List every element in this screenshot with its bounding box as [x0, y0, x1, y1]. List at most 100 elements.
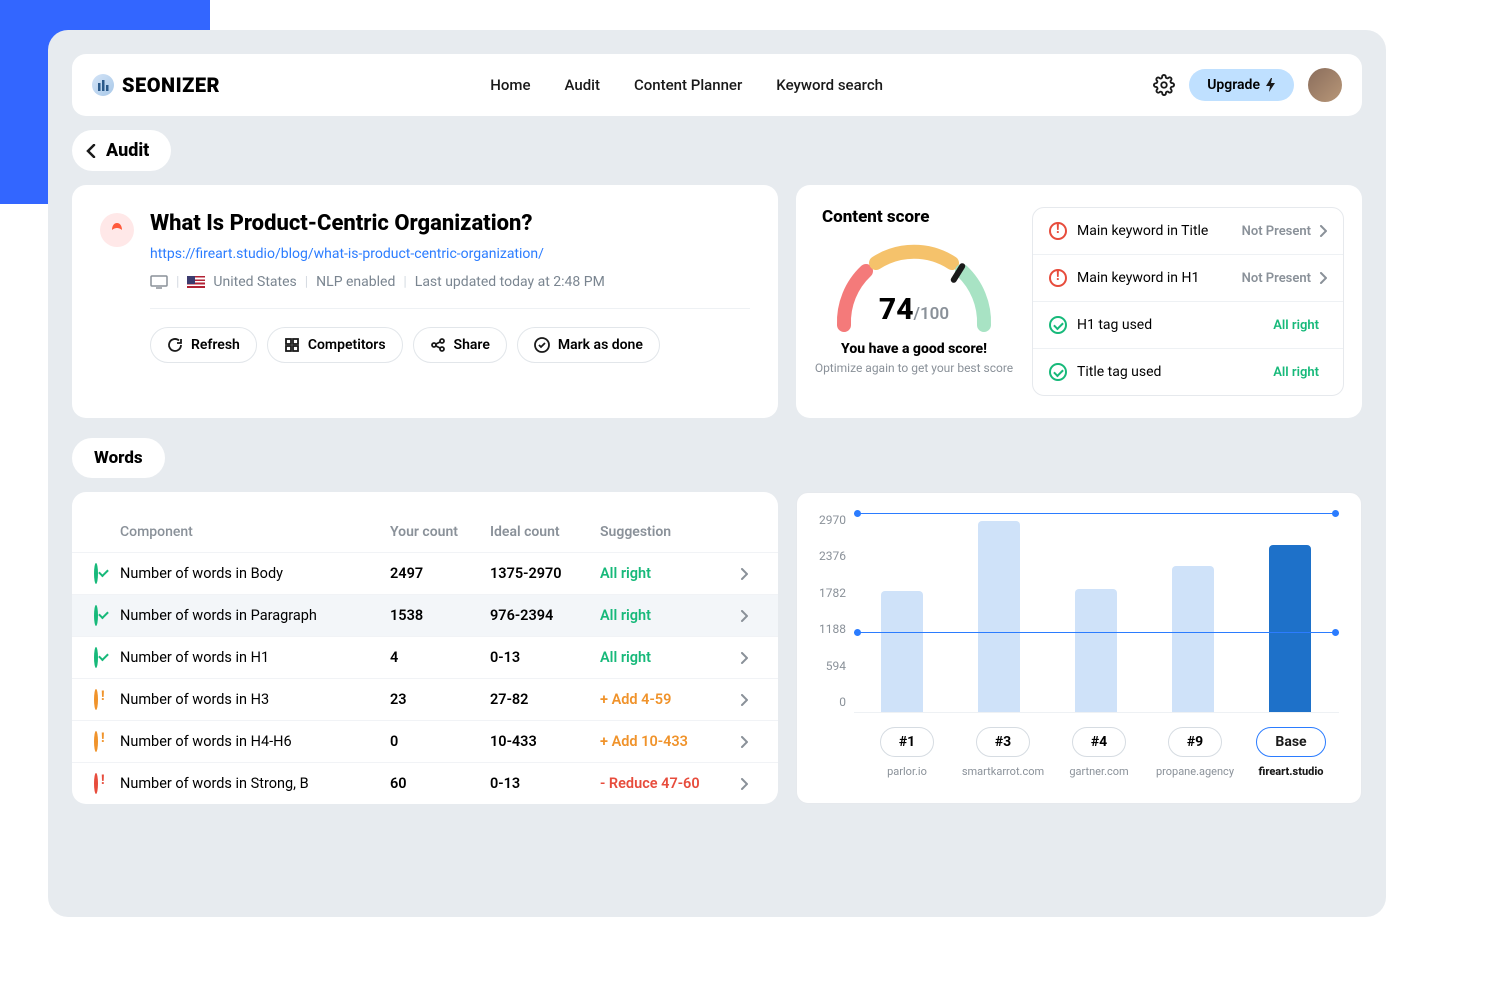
- competitor-domain: parlor.io: [862, 765, 952, 778]
- score-subtext: Optimize again to get your best score: [808, 361, 1020, 375]
- mark-done-button[interactable]: Mark as done: [517, 327, 660, 363]
- score-gauge: 74/100: [824, 235, 1004, 335]
- rank-pill[interactable]: Base: [1256, 727, 1325, 757]
- x-axis-item: Base fireart.studio: [1246, 727, 1336, 778]
- th-ideal-count: Ideal count: [490, 524, 600, 540]
- table-row[interactable]: Number of words in Paragraph 1538 976-23…: [72, 594, 778, 636]
- row-component: Number of words in H1: [120, 649, 390, 666]
- desktop-icon: [150, 275, 168, 289]
- chevron-right-icon: [740, 652, 756, 664]
- table-row[interactable]: Number of words in Body 2497 1375-2970 A…: [72, 552, 778, 594]
- warning-icon: [94, 689, 98, 710]
- competitor-domain: gartner.com: [1054, 765, 1144, 778]
- check-label: Main keyword in Title: [1077, 223, 1242, 239]
- rank-pill[interactable]: #4: [1072, 727, 1126, 757]
- table-row[interactable]: Number of words in H3 23 27-82 + Add 4-5…: [72, 678, 778, 720]
- check-ok-icon: [1049, 316, 1067, 334]
- check-row[interactable]: H1 tag used All right: [1033, 302, 1343, 349]
- warning-icon: [94, 731, 98, 752]
- chevron-right-icon: [740, 736, 756, 748]
- share-label: Share: [454, 337, 490, 353]
- words-table-card: Component Your count Ideal count Suggest…: [72, 492, 778, 804]
- check-row[interactable]: Main keyword in H1 Not Present: [1033, 255, 1343, 302]
- chevron-right-icon: [1319, 225, 1327, 237]
- page-url[interactable]: https://fireart.studio/blog/what-is-prod…: [150, 246, 750, 262]
- reference-line: [854, 513, 1339, 514]
- chart-y-axis: 29702376178211885940: [819, 513, 854, 713]
- check-row[interactable]: Main keyword in Title Not Present: [1033, 208, 1343, 255]
- y-tick: 0: [819, 695, 846, 709]
- chart-bar[interactable]: [881, 591, 923, 712]
- row-component: Number of words in Strong, B: [120, 775, 390, 792]
- competitors-icon: [284, 337, 300, 353]
- app-frame: SEONIZER Home Audit Content Planner Keyw…: [48, 30, 1386, 917]
- check-row[interactable]: Title tag used All right: [1033, 349, 1343, 395]
- x-axis-item: #9 propane.agency: [1150, 727, 1240, 778]
- page-info-card: What Is Product-Centric Organization? ht…: [72, 185, 778, 418]
- th-suggestion: Suggestion: [600, 524, 740, 540]
- chart-bar[interactable]: [1269, 545, 1311, 712]
- brand-logo[interactable]: SEONIZER: [92, 73, 220, 97]
- chart-bar[interactable]: [1172, 566, 1214, 712]
- checks-list: Main keyword in Title Not Present Main k…: [1032, 207, 1344, 396]
- words-section-title: Words: [72, 438, 165, 478]
- row-suggestion: All right: [600, 649, 740, 666]
- reference-line: [854, 632, 1339, 633]
- check-status: All right: [1273, 365, 1319, 380]
- refresh-icon: [167, 337, 183, 353]
- mark-done-label: Mark as done: [558, 337, 643, 353]
- check-ok-icon: [94, 563, 98, 584]
- user-avatar[interactable]: [1308, 68, 1342, 102]
- content-score-card: Content score 74/100 You have a good sco…: [796, 185, 1362, 418]
- table-row[interactable]: Number of words in H4-H6 0 10-433 + Add …: [72, 720, 778, 762]
- nav-audit[interactable]: Audit: [565, 76, 600, 94]
- x-axis-item: #3 smartkarrot.com: [958, 727, 1048, 778]
- settings-icon[interactable]: [1153, 74, 1175, 96]
- error-icon: [1049, 269, 1067, 287]
- chevron-right-icon: [740, 694, 756, 706]
- rank-pill[interactable]: #3: [976, 727, 1030, 757]
- top-navbar: SEONIZER Home Audit Content Planner Keyw…: [72, 54, 1362, 116]
- row-your-count: 1538: [390, 607, 490, 624]
- chart-plot-area: [854, 513, 1339, 713]
- competitor-domain: smartkarrot.com: [958, 765, 1048, 778]
- main-nav: Home Audit Content Planner Keyword searc…: [490, 76, 883, 94]
- row-ideal-count: 27-82: [490, 691, 600, 708]
- page-favicon: [100, 213, 134, 247]
- chart-bar[interactable]: [978, 521, 1020, 712]
- check-status: All right: [1273, 318, 1319, 333]
- breadcrumb-label: Audit: [106, 140, 149, 161]
- breadcrumb[interactable]: Audit: [72, 130, 171, 171]
- rank-pill[interactable]: #9: [1168, 727, 1222, 757]
- nav-keyword-search[interactable]: Keyword search: [776, 76, 883, 94]
- lightning-icon: [1266, 78, 1276, 92]
- error-icon: [1049, 222, 1067, 240]
- row-ideal-count: 1375-2970: [490, 565, 600, 582]
- share-button[interactable]: Share: [413, 327, 507, 363]
- row-suggestion: + Add 4-59: [600, 691, 740, 708]
- score-message: You have a good score!: [808, 341, 1020, 357]
- brand-name: SEONIZER: [122, 73, 220, 97]
- error-icon: [94, 773, 98, 794]
- refresh-button[interactable]: Refresh: [150, 327, 257, 363]
- nav-home[interactable]: Home: [490, 76, 530, 94]
- row-suggestion: - Reduce 47-60: [600, 775, 740, 792]
- row-suggestion: + Add 10-433: [600, 733, 740, 750]
- check-status: Not Present: [1242, 271, 1311, 286]
- chart-bar[interactable]: [1075, 589, 1117, 712]
- competitors-button[interactable]: Competitors: [267, 327, 403, 363]
- competitors-label: Competitors: [308, 337, 386, 353]
- x-axis-item: #4 gartner.com: [1054, 727, 1144, 778]
- upgrade-button[interactable]: Upgrade: [1189, 69, 1294, 101]
- rank-pill[interactable]: #1: [880, 727, 934, 757]
- topbar-right: Upgrade: [1153, 68, 1342, 102]
- table-row[interactable]: Number of words in Strong, B 60 0-13 - R…: [72, 762, 778, 804]
- competitor-domain: fireart.studio: [1246, 765, 1336, 778]
- check-ok-icon: [1049, 363, 1067, 381]
- competitor-domain: propane.agency: [1150, 765, 1240, 778]
- row-ideal-count: 0-13: [490, 649, 600, 666]
- nav-content-planner[interactable]: Content Planner: [634, 76, 742, 94]
- table-row[interactable]: Number of words in H1 4 0-13 All right: [72, 636, 778, 678]
- page-title: What Is Product-Centric Organization?: [150, 211, 750, 236]
- table-header: Component Your count Ideal count Suggest…: [72, 512, 778, 552]
